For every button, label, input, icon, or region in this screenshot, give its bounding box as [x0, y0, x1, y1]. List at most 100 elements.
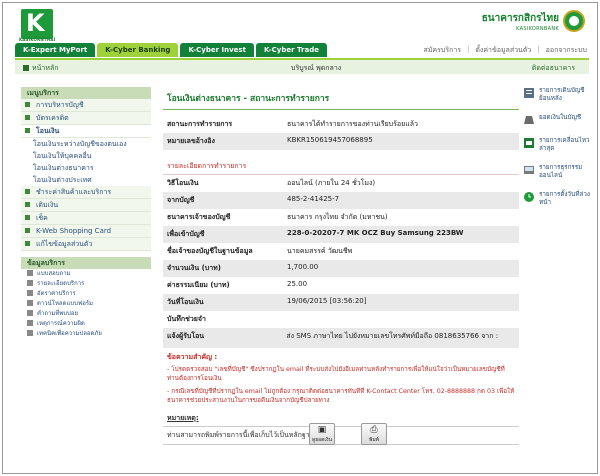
contact-bank-link[interactable]: ติดต่อธนาคาร — [532, 63, 575, 74]
incident-icon — [27, 320, 33, 326]
quick-link-transactions[interactable]: รายการธุรกรรมออนไลน์ — [523, 164, 595, 180]
detail-label: จำนวนเงิน (บาท) — [167, 264, 221, 272]
important-note: - โปรดตรวจสอบ "เลขที่บัญชี" ซึ่งปรากฏใน … — [167, 366, 505, 382]
survey-icon — [27, 270, 33, 276]
bullet-icon — [25, 241, 30, 246]
quick-link-schedule[interactable]: รายการตั้งวันที่ล่วงหน้า — [523, 191, 595, 207]
detail-row: ธนาคารเจ้าของบัญชี ธนาคาร กรุงไทย จำกัด (… — [163, 209, 519, 226]
detail-row: วิธีโอนเงิน ออนไลน์ (ภายใน 24 ชั่วโมง) — [163, 175, 519, 192]
info-item-details[interactable]: รายละเอียดบริการ — [21, 279, 151, 289]
info-item-survey[interactable]: แบบสอบถาม — [21, 269, 151, 279]
detail-value: 485-2-41425-7 — [287, 195, 340, 203]
tab-expert-myport[interactable]: K-Expert MyPort — [15, 43, 96, 57]
sidebar-subitem-international[interactable]: โอนเงินต่างประเทศ — [21, 174, 151, 186]
detail-value: 25.00 — [287, 280, 308, 288]
sidebar-subitem-own-account[interactable]: โอนเงินระหว่างบัญชีของตนเอง — [21, 138, 151, 150]
service-info-title: ข้อมูลบริการ — [21, 257, 151, 269]
detail-row: บันทึกช่วยจำ — [163, 311, 519, 328]
fees-icon — [27, 290, 33, 296]
sidebar-item-profile[interactable]: แก้ไขข้อมูลส่วนตัว — [21, 238, 151, 251]
section-title: รายละเอียดการทำรายการ — [163, 156, 519, 175]
bullet-icon — [25, 102, 30, 107]
quick-link-label: ยอดเงินในบัญชี — [539, 114, 582, 121]
info-item-security[interactable]: เทคนิคเพื่อความปลอดภัย — [21, 329, 151, 339]
logo-letter: K — [26, 9, 45, 37]
detail-value: ธนาคาร กรุงไทย จำกัด (มหาชน) — [287, 213, 388, 221]
detail-label: บันทึกช่วยจำ — [167, 315, 206, 323]
detail-label: แจ้งผู้รับโอน — [167, 332, 205, 340]
faq-icon — [27, 310, 33, 316]
detail-label: ค่าธรรมเนียม (บาท) — [167, 281, 230, 289]
tab-cyber-invest[interactable]: K-Cyber Invest — [180, 43, 254, 57]
info-item-label: เหตุการณ์ความผิด — [37, 320, 85, 327]
quick-links: รายการเดินบัญชีย้อนหลัง ยอดเงินในบัญชี ร… — [523, 87, 595, 218]
sidebar-item-topup[interactable]: เติมเงิน — [21, 199, 151, 212]
reference-value: KBKR150619457068895 — [287, 136, 373, 144]
bullet-icon — [25, 189, 30, 194]
tab-cyber-banking[interactable]: K-Cyber Banking — [97, 43, 179, 57]
kasikorn-logo[interactable]: K — [21, 9, 53, 39]
info-item-faq[interactable]: คำถามที่พบบ่อย — [21, 309, 151, 319]
browser-frame: K KASIKORNTHAI ธนาคารกสิกรไทย KASIKORNBA… — [2, 2, 598, 474]
divider: | — [467, 45, 470, 53]
bullet-icon — [25, 228, 30, 233]
button-label: พิมพ์ — [369, 437, 379, 443]
print-button[interactable]: ⎙ พิมพ์ — [361, 423, 387, 445]
detail-row: ค่าธรรมเนียม (บาท) 25.00 — [163, 277, 519, 294]
quick-link-activity[interactable]: รายการเคลื่อนไหวล่าสุด — [523, 137, 595, 153]
detail-label: เพื่อเข้าบัญชี — [167, 230, 205, 238]
sidebar-item-transfer[interactable]: โอนเงิน — [21, 125, 151, 138]
sidebar-subitem-other-bank[interactable]: โอนเงินต่างธนาคาร — [21, 162, 151, 174]
logo-caption: KASIKORNTHAI — [19, 37, 56, 42]
detail-row: แจ้งผู้รับโอน ส่ง SMS ภาษาไทย ไปยังหมายเล… — [163, 328, 519, 348]
sidebar-item-label: แก้ไขข้อมูลส่วนตัว — [36, 240, 93, 248]
logout-link[interactable]: ออกจากระบบ — [546, 45, 587, 56]
service-info-panel: ข้อมูลบริการ แบบสอบถาม รายละเอียดบริการ … — [21, 257, 151, 339]
detail-label: จากบัญชี — [167, 196, 195, 204]
info-item-forms[interactable]: ดาวน์โหลดแบบฟอร์ม — [21, 299, 151, 309]
detail-row: วันที่โอนเงิน 19/06/2015 [03:56:20] — [163, 294, 519, 311]
view-balance-button[interactable]: ▣ ดูยอดเงิน — [309, 423, 335, 445]
sidebar-item-accounts[interactable]: การบริหารบัญชี — [21, 99, 151, 112]
settings-link[interactable]: ตั้งค่าข้อมูลส่วนตัว — [475, 45, 531, 56]
home-link[interactable]: หน้าหลัก — [23, 63, 58, 74]
quick-link-balance[interactable]: ยอดเงินในบัญชี — [523, 114, 595, 126]
sidebar-item-label: โอนเงิน — [36, 127, 60, 135]
tab-cyber-trade[interactable]: K-Cyber Trade — [255, 43, 327, 57]
sidebar-subitem-other-person[interactable]: โอนเงินให้บุคคลอื่น — [21, 150, 151, 162]
detail-value: 19/06/2015 [03:56:20] — [287, 297, 367, 305]
balance-icon: ▣ — [317, 425, 327, 435]
register-link[interactable]: สมัครบริการ — [424, 45, 461, 56]
info-item-incidents[interactable]: เหตุการณ์ความผิด — [21, 319, 151, 329]
main-content: โอนเงินต่างธนาคาร - สถานะการทำรายการ สถา… — [163, 87, 519, 445]
quick-link-label: รายการเคลื่อนไหวล่าสุด — [539, 137, 590, 152]
info-item-label: ดาวน์โหลดแบบฟอร์ม — [37, 300, 94, 307]
page-title: โอนเงินต่างธนาคาร - สถานะการทำรายการ — [163, 87, 519, 110]
bullet-icon — [25, 115, 30, 120]
reference-label: หมายเลขอ้างอิง — [167, 137, 215, 145]
quick-link-statement[interactable]: รายการเดินบัญชีย้อนหลัง — [523, 87, 595, 103]
sidebar-item-cheque[interactable]: เช็ค — [21, 212, 151, 225]
info-item-label: รายละเอียดบริการ — [37, 280, 85, 287]
top-links: สมัครบริการ | ตั้งค่าข้อมูลส่วนตัว | ออก… — [424, 45, 587, 56]
balance-icon — [524, 116, 534, 124]
sidebar-item-credit-card[interactable]: บัตรเครดิต — [21, 112, 151, 125]
info-item-fees[interactable]: อัตราค่าบริการ — [21, 289, 151, 299]
home-label: หน้าหลัก — [32, 64, 59, 72]
activity-icon — [524, 138, 534, 148]
sidebar-item-label: เช็ค — [36, 214, 48, 222]
sidebar-item-kweb-shopping[interactable]: K-Web Shopping Card — [21, 225, 151, 238]
sidebar-title: เมนูบริการ — [21, 87, 151, 99]
bullet-icon — [25, 215, 30, 220]
important-note: - กรณีเลขที่บัญชีที่ปรากฏใน email ไม่ถูก… — [167, 388, 515, 404]
status-value: ธนาคารได้ทำรายการของท่านเรียบร้อยแล้ว — [287, 120, 418, 128]
detail-value: 1,700.00 — [287, 263, 319, 271]
detail-label: วันที่โอนเงิน — [167, 298, 204, 306]
detail-label: ชื่อเจ้าของบัญชีในฐานข้อมูล — [167, 247, 253, 255]
sidebar-item-label: บัตรเครดิต — [36, 114, 69, 122]
user-name: บริบูรณ์ พุดกลาง — [291, 64, 342, 72]
sidebar-item-payment[interactable]: ชำระค่าสินค้าและบริการ — [21, 186, 151, 199]
statement-icon — [524, 88, 534, 98]
detail-label: ธนาคารเจ้าของบัญชี — [167, 213, 231, 221]
bullet-icon — [25, 128, 30, 133]
